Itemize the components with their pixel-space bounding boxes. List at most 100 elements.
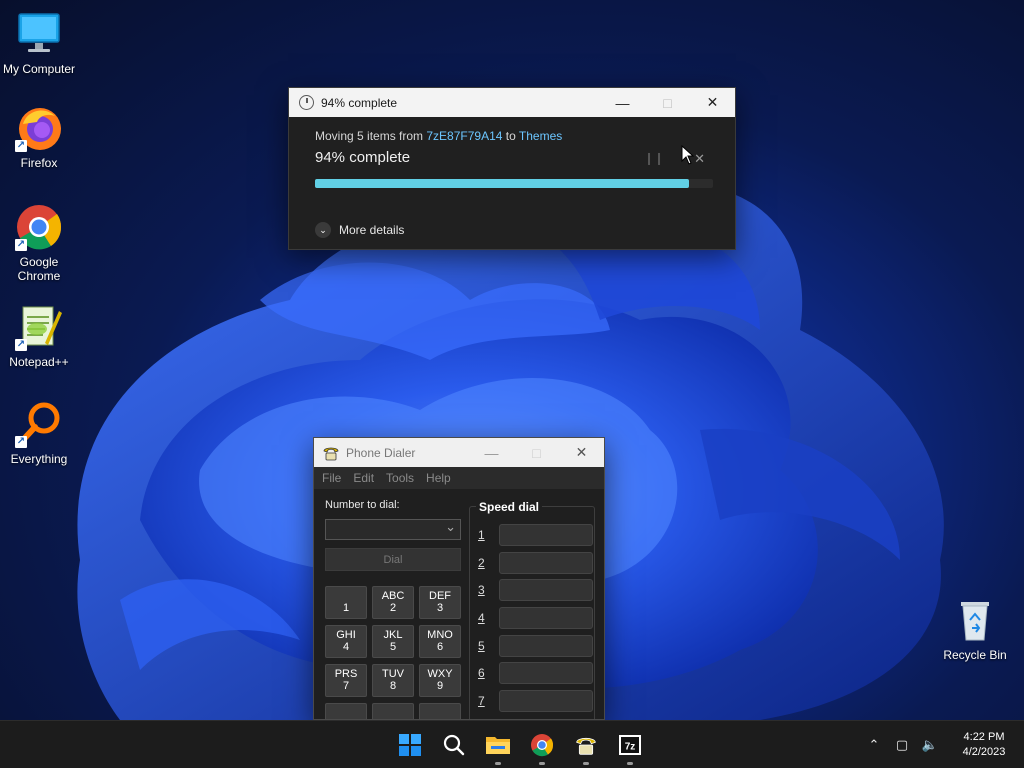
everything-search-icon: ↗	[15, 400, 63, 448]
key-star[interactable]	[325, 703, 367, 719]
taskbar-7zip[interactable]: 7z	[608, 729, 652, 765]
key-letters: MNO	[427, 629, 453, 641]
search-icon	[443, 734, 465, 756]
speed-dial-number: 6	[478, 666, 485, 680]
key-digit: 8	[389, 680, 397, 692]
phone-dialer-window[interactable]: Phone Dialer — □ ✕ File Edit Tools Help …	[313, 437, 605, 720]
more-details-button[interactable]: ⌄ More details	[315, 222, 709, 238]
key-letters: PRS	[334, 668, 358, 680]
desktop-icon-everything[interactable]: ↗ Everything	[0, 400, 78, 466]
pause-icon[interactable]: ❙❙	[644, 151, 664, 167]
taskbar-clock[interactable]: 4:22 PM 4/2/2023	[944, 730, 1024, 760]
running-indicator	[583, 762, 589, 765]
window-controls: — □ ✕	[600, 88, 735, 117]
desktop-icon-google-chrome[interactable]: ↗ Google Chrome	[0, 203, 78, 283]
taskbar-phone-dialer[interactable]	[564, 729, 608, 765]
desktop-icon-label: Everything	[10, 452, 68, 466]
system-tray: ⌃ ▢ 🔈 4:22 PM 4/2/2023	[860, 721, 1024, 768]
speed-dial-title: Speed dial	[476, 500, 543, 514]
speed-dial-button-5[interactable]	[499, 635, 593, 657]
key-7[interactable]: PRS 7	[325, 664, 367, 697]
source-folder-link[interactable]: 7zE87F79A14	[426, 129, 502, 143]
speed-dial-number: 4	[478, 611, 485, 625]
desktop-icon-label: Firefox	[20, 156, 58, 170]
taskbar-chrome[interactable]	[520, 729, 564, 765]
key-1[interactable]: 1	[325, 586, 367, 619]
maximize-button[interactable]: □	[514, 438, 559, 467]
running-indicator	[539, 762, 545, 765]
progress-bar-fill	[315, 179, 690, 188]
desktop-icon-label: Google Chrome	[17, 255, 61, 283]
menu-file[interactable]: File	[322, 471, 341, 485]
desktop-icon-notepad-plus-plus[interactable]: ↗ Notepad++	[0, 303, 78, 369]
key-0[interactable]	[372, 703, 414, 719]
close-button[interactable]: ✕	[559, 438, 604, 467]
key-digit: 7	[342, 680, 350, 692]
key-8[interactable]: TUV 8	[372, 664, 414, 697]
key-4[interactable]: GHI 4	[325, 625, 367, 658]
menu-edit[interactable]: Edit	[353, 471, 374, 485]
notepad-plus-plus-icon: ↗	[15, 303, 63, 351]
desktop-icon-firefox[interactable]: ↗ Firefox	[0, 104, 78, 170]
desktop-icon-my-computer[interactable]: My Computer	[0, 10, 78, 76]
file-operation-progress-window[interactable]: 94% complete — □ ✕ Moving 5 items from 7…	[288, 87, 736, 250]
moving-prefix: Moving 5 items from	[315, 129, 427, 143]
number-to-dial-combobox[interactable]	[325, 519, 461, 540]
operation-description: Moving 5 items from 7zE87F79A14 to Theme…	[315, 129, 709, 143]
key-2[interactable]: ABC 2	[372, 586, 414, 619]
taskbar-search-button[interactable]	[432, 729, 476, 761]
speed-dial-number: 7	[478, 694, 485, 708]
menu-tools[interactable]: Tools	[386, 471, 414, 485]
desktop-icon-recycle-bin[interactable]: Recycle Bin	[936, 596, 1014, 662]
speed-dial-button-7[interactable]	[499, 690, 593, 712]
maximize-button[interactable]: □	[645, 88, 690, 117]
title-bar[interactable]: Phone Dialer — □ ✕	[314, 438, 604, 467]
taskbar-apps: 7z	[388, 729, 652, 765]
taskbar: 7z ⌃ ▢ 🔈 4:22 PM 4/2/2023	[0, 720, 1024, 768]
shortcut-arrow-icon: ↗	[15, 436, 27, 448]
clock-date: 4/2/2023	[962, 746, 1006, 758]
key-6[interactable]: MNO 6	[419, 625, 461, 658]
key-9[interactable]: WXY 9	[419, 664, 461, 697]
key-hash[interactable]	[419, 703, 461, 719]
volume-icon[interactable]: 🔈	[916, 737, 944, 753]
progress-bar	[315, 179, 713, 188]
operation-controls: ❙❙ ✕	[644, 151, 705, 167]
window-title: Phone Dialer	[346, 445, 416, 460]
key-letters: WXY	[427, 668, 453, 680]
key-letters: DEF	[429, 590, 451, 602]
start-button[interactable]	[388, 729, 432, 761]
menu-bar: File Edit Tools Help	[314, 467, 604, 489]
chevron-up-icon[interactable]: ⌃	[860, 737, 888, 753]
keypad: 1 ABC 2 DEF 3 GHI 4 JKL 5 MNO 6 PRS 7 TUV 8 WXY…	[325, 586, 461, 719]
svg-text:7z: 7z	[625, 742, 636, 753]
start-icon	[399, 734, 421, 756]
close-icon[interactable]: ✕	[694, 151, 705, 167]
destination-folder-link[interactable]: Themes	[519, 129, 562, 143]
key-5[interactable]: JKL 5	[372, 625, 414, 658]
progress-body: Moving 5 items from 7zE87F79A14 to Theme…	[289, 117, 735, 238]
minimize-button[interactable]: —	[600, 88, 645, 117]
speed-dial-row: 3	[478, 579, 593, 601]
speed-dial-row: 2	[478, 552, 593, 574]
dial-button[interactable]: Dial	[325, 548, 461, 571]
close-button[interactable]: ✕	[690, 88, 735, 117]
minimize-button[interactable]: —	[469, 438, 514, 467]
desktop-icon-label: Notepad++	[9, 355, 69, 369]
speed-dial-button-1[interactable]	[499, 524, 593, 546]
7zip-icon: 7z	[619, 735, 641, 755]
speed-dial-button-6[interactable]	[499, 662, 593, 684]
clock-icon	[299, 95, 314, 110]
speed-dial-button-3[interactable]	[499, 579, 593, 601]
network-icon[interactable]: ▢	[888, 737, 916, 753]
shortcut-arrow-icon: ↗	[15, 140, 27, 152]
desktop-icon-label: My Computer	[2, 62, 76, 76]
monitor-icon	[15, 10, 63, 58]
speed-dial-button-4[interactable]	[499, 607, 593, 629]
menu-help[interactable]: Help	[426, 471, 451, 485]
speed-dial-button-2[interactable]	[499, 552, 593, 574]
title-bar[interactable]: 94% complete — □ ✕	[289, 88, 735, 117]
key-3[interactable]: DEF 3	[419, 586, 461, 619]
key-letters: ABC	[381, 590, 405, 602]
taskbar-file-explorer[interactable]	[476, 729, 520, 765]
